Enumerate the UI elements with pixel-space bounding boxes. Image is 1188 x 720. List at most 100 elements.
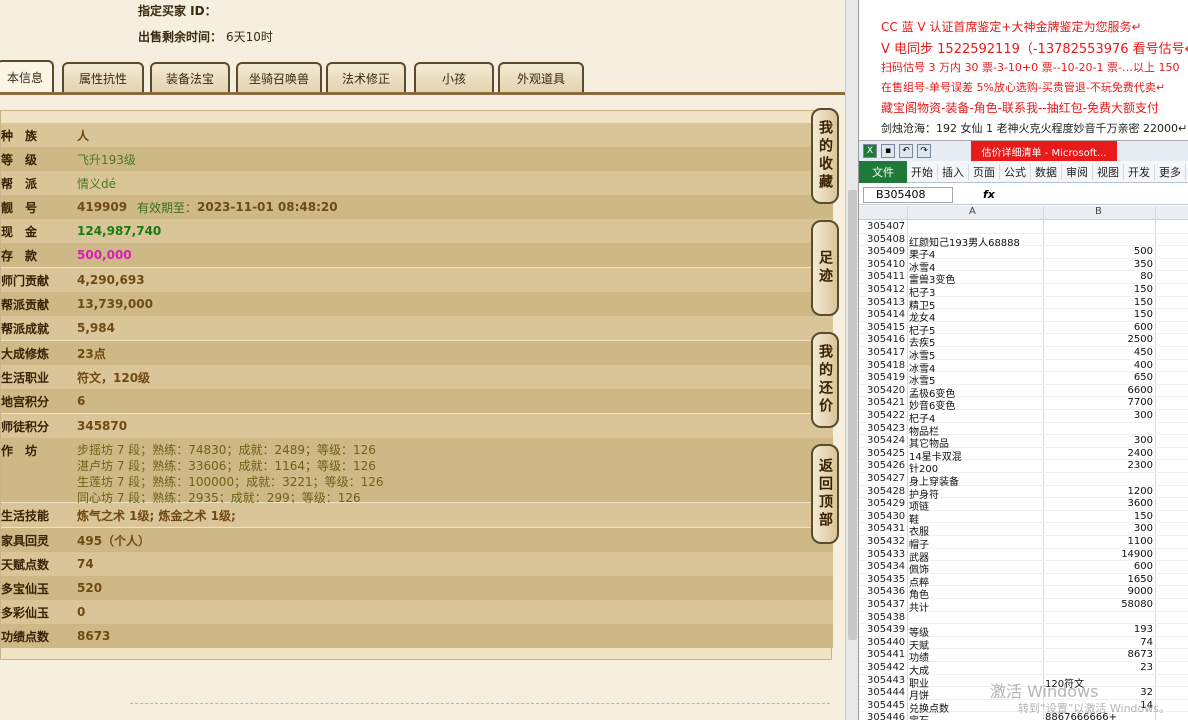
cell-b[interactable]: 2500: [1128, 334, 1153, 345]
cell-b[interactable]: 23: [1140, 662, 1153, 673]
sheet-row[interactable]: 305428 护身符 1200: [859, 486, 1188, 501]
col-header-b[interactable]: B: [1095, 206, 1102, 217]
name-box[interactable]: B305408: [863, 186, 953, 203]
sheet-row[interactable]: 305424 其它物品 300: [859, 435, 1188, 450]
sheet-row[interactable]: 305440 天赋 74: [859, 637, 1188, 652]
cell-b[interactable]: 150: [1134, 511, 1153, 522]
cell-b[interactable]: 450: [1134, 347, 1153, 358]
sheet-row[interactable]: 305410 冰雪4 350: [859, 259, 1188, 274]
ribbon-tab[interactable]: 数据: [1031, 163, 1062, 180]
sheet-row[interactable]: 305413 精卫5 150: [859, 297, 1188, 312]
cell-a[interactable]: 宝石: [909, 712, 929, 720]
cell-b[interactable]: 300: [1134, 435, 1153, 446]
cell-b[interactable]: 2400: [1128, 448, 1153, 459]
cell-b[interactable]: 400: [1134, 360, 1153, 371]
sheet-row[interactable]: 305418 冰雪4 400: [859, 360, 1188, 375]
sheet-row[interactable]: 305433 武器 14900: [859, 549, 1188, 564]
my-offers-button[interactable]: 我的还价: [811, 332, 839, 428]
sheet-row[interactable]: 305419 冰雪5 650: [859, 372, 1188, 387]
cell-b[interactable]: 1100: [1128, 536, 1153, 547]
ribbon-tab[interactable]: 页面: [969, 163, 1000, 180]
sheet-row[interactable]: 305417 冰雪5 450: [859, 347, 1188, 362]
cell-b[interactable]: 650: [1134, 372, 1153, 383]
sheet-row[interactable]: 305421 妙音6变色 7700: [859, 397, 1188, 412]
ribbon-tab[interactable]: 开始: [907, 163, 938, 180]
ribbon-tab[interactable]: 审阅: [1062, 163, 1093, 180]
cell-b[interactable]: 80: [1140, 271, 1153, 282]
save-icon[interactable]: ▪: [881, 144, 895, 158]
sheet-row[interactable]: 305437 共计 58080: [859, 599, 1188, 614]
sheet-row[interactable]: 305429 项链 3600: [859, 498, 1188, 513]
cell-b[interactable]: 3600: [1128, 498, 1153, 509]
sheet-row[interactable]: 305415 杞子5 600: [859, 322, 1188, 337]
cell-b[interactable]: 1200: [1128, 486, 1153, 497]
sheet-row[interactable]: 305434 佩饰 600: [859, 561, 1188, 576]
cell-b[interactable]: 74: [1140, 637, 1153, 648]
sheet-row[interactable]: 305441 功绩 8673: [859, 649, 1188, 664]
tab-5[interactable]: 小孩: [414, 62, 494, 92]
sheet-row[interactable]: 305439 等级 193: [859, 624, 1188, 639]
sheet-row[interactable]: 305408 红颜知己193男人68888: [859, 234, 1188, 249]
cell-b[interactable]: 58080: [1121, 599, 1153, 610]
cell-b[interactable]: 150: [1134, 309, 1153, 320]
redo-icon[interactable]: ↷: [917, 144, 931, 158]
sheet-row[interactable]: 305431 衣服 300: [859, 523, 1188, 538]
tab-3[interactable]: 坐骑召唤兽: [236, 62, 322, 92]
spreadsheet-grid[interactable]: 305407 305408 红颜知己193男人68888 305409 果子4 500 30…: [859, 221, 1188, 720]
footprint-button[interactable]: 足迹: [811, 220, 839, 316]
cell-b[interactable]: 150: [1134, 284, 1153, 295]
ribbon-tab[interactable]: 更多: [1155, 163, 1186, 180]
sheet-row[interactable]: 305436 角色 9000: [859, 586, 1188, 601]
sheet-row[interactable]: 305430 鞋 150: [859, 511, 1188, 526]
back-to-top-button[interactable]: 返回顶部: [811, 444, 839, 544]
tab-4[interactable]: 法术修正: [326, 62, 406, 92]
sheet-row[interactable]: 305442 大成 23: [859, 662, 1188, 677]
cell-b[interactable]: 300: [1134, 523, 1153, 534]
cell-b[interactable]: 7700: [1128, 397, 1153, 408]
sheet-row[interactable]: 305423 物品栏: [859, 423, 1188, 438]
sheet-row[interactable]: 305409 果子4 500: [859, 246, 1188, 261]
cell-b[interactable]: 193: [1134, 624, 1153, 635]
sheet-row[interactable]: 305427 身上穿装备: [859, 473, 1188, 488]
file-tab[interactable]: 文件: [859, 160, 907, 183]
sheet-row[interactable]: 305425 14星卡双混 2400: [859, 448, 1188, 463]
cell-b[interactable]: 150: [1134, 297, 1153, 308]
sheet-row[interactable]: 305438: [859, 612, 1188, 625]
ribbon-tab[interactable]: 插入: [938, 163, 969, 180]
sheet-row[interactable]: 305432 帽子 1100: [859, 536, 1188, 551]
sheet-row[interactable]: 305426 针200 2300: [859, 460, 1188, 475]
cell-b[interactable]: 9000: [1128, 586, 1153, 597]
undo-icon[interactable]: ↶: [899, 144, 913, 158]
cell-b[interactable]: 350: [1134, 259, 1153, 270]
sheet-row[interactable]: 305416 去疾5 2500: [859, 334, 1188, 349]
cell-b[interactable]: 600: [1134, 322, 1153, 333]
col-header-a[interactable]: A: [969, 206, 976, 217]
ribbon-tab[interactable]: 视图: [1093, 163, 1124, 180]
cell-b[interactable]: 1650: [1128, 574, 1153, 585]
sheet-row[interactable]: 305435 点粹 1650: [859, 574, 1188, 589]
cell-b[interactable]: 8673: [1128, 649, 1153, 660]
scrollbar-thumb[interactable]: [848, 190, 857, 640]
tab-6[interactable]: 外观道具: [498, 62, 584, 92]
ribbon-tab[interactable]: 公式: [1000, 163, 1031, 180]
sheet-row[interactable]: 305412 杞子3 150: [859, 284, 1188, 299]
tab-0[interactable]: 本信息: [0, 60, 54, 93]
fx-icon[interactable]: fx: [983, 188, 995, 201]
cell-b[interactable]: 6600: [1128, 385, 1153, 396]
cell-b[interactable]: 32: [1140, 687, 1153, 698]
cell-b[interactable]: 14900: [1121, 549, 1153, 560]
cell-b[interactable]: 300: [1134, 410, 1153, 421]
sheet-row[interactable]: 305422 杞子4 300: [859, 410, 1188, 425]
sheet-row[interactable]: 305414 龙女4 150: [859, 309, 1188, 324]
cell-b[interactable]: 500: [1134, 246, 1153, 257]
cell-b[interactable]: 600: [1134, 561, 1153, 572]
sheet-row[interactable]: 305420 孟极6变色 6600: [859, 385, 1188, 400]
cell-b[interactable]: 2300: [1128, 460, 1153, 471]
tab-2[interactable]: 装备法宝: [150, 62, 230, 92]
sheet-row[interactable]: 305411 雷兽3变色 80: [859, 271, 1188, 286]
sheet-row[interactable]: 305407: [859, 221, 1188, 234]
ribbon-tab[interactable]: 开发: [1124, 163, 1155, 180]
page-scrollbar[interactable]: [845, 0, 858, 720]
tab-1[interactable]: 属性抗性: [62, 62, 144, 92]
favorites-button[interactable]: 我的收藏: [811, 108, 839, 204]
